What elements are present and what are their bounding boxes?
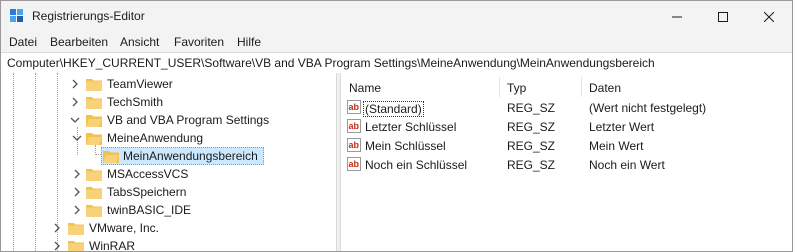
tree-item-teamviewer[interactable]: TeamViewer: [69, 75, 329, 93]
address-bar[interactable]: Computer\HKEY_CURRENT_USER\Software\VB a…: [1, 52, 792, 74]
title-bar[interactable]: Registrierungs-Editor: [1, 1, 792, 32]
menu-ansicht[interactable]: Ansicht: [120, 35, 159, 49]
value-row-letzter-schluessel[interactable]: ab Letzter Schlüssel REG_SZ Letzter Wert: [347, 118, 787, 136]
chevron-down-icon[interactable]: [69, 114, 81, 126]
chevron-right-icon[interactable]: [69, 96, 81, 108]
menu-hilfe[interactable]: Hilfe: [237, 35, 261, 49]
tree-item-label: TabsSpeichern: [107, 185, 187, 199]
column-header-data[interactable]: Daten: [589, 81, 621, 95]
tree-item-meineanwendung[interactable]: MeineAnwendung: [71, 129, 321, 147]
folder-open-icon: [86, 115, 102, 127]
tree-item-winrar[interactable]: WinRAR: [51, 237, 321, 251]
column-header-name[interactable]: Name: [349, 81, 381, 95]
chevron-right-icon[interactable]: [51, 240, 63, 251]
minimize-button[interactable]: [654, 1, 700, 32]
tree-item-label: TeamViewer: [107, 77, 173, 91]
tree-item-twinbasic-ide[interactable]: twinBASIC_IDE: [71, 201, 321, 219]
string-value-icon: ab: [347, 157, 361, 171]
svg-text:ab: ab: [349, 159, 360, 169]
tree-item-label: MeineAnwendung: [107, 131, 204, 145]
address-path[interactable]: Computer\HKEY_CURRENT_USER\Software\VB a…: [7, 56, 655, 70]
value-name: Noch ein Schlüssel: [365, 158, 468, 172]
chevron-down-icon[interactable]: [71, 132, 83, 144]
chevron-right-icon[interactable]: [69, 78, 81, 90]
column-header-type[interactable]: Typ: [507, 81, 526, 95]
menu-datei[interactable]: Datei: [9, 35, 37, 49]
value-data: Letzter Wert: [589, 120, 655, 134]
tree-item-label: MSAccessVCS: [107, 167, 189, 181]
value-data: (Wert nicht festgelegt): [589, 101, 707, 115]
tree-item-label: WinRAR: [89, 239, 136, 251]
string-value-icon: ab: [347, 119, 361, 133]
value-name: Letzter Schlüssel: [365, 120, 457, 134]
tree-item-msaccessvcs[interactable]: MSAccessVCS: [71, 165, 321, 183]
svg-text:ab: ab: [349, 121, 360, 131]
value-name: (Standard): [363, 101, 424, 117]
close-button[interactable]: [746, 1, 792, 32]
folder-icon: [86, 79, 102, 91]
column-separator[interactable]: [499, 77, 500, 97]
value-type: REG_SZ: [507, 158, 556, 172]
menu-favoriten[interactable]: Favoriten: [174, 35, 224, 49]
tree-item-label: twinBASIC_IDE: [107, 203, 192, 217]
tree-item-label: VMware, Inc.: [89, 221, 160, 235]
value-row-standard[interactable]: ab (Standard) REG_SZ (Wert nicht festgel…: [347, 99, 787, 117]
chevron-right-icon[interactable]: [51, 222, 63, 234]
maximize-icon: [718, 11, 728, 22]
folder-icon: [86, 169, 102, 181]
value-data: Mein Wert: [589, 139, 644, 153]
folder-icon: [86, 97, 102, 109]
tree-item-vmware[interactable]: VMware, Inc.: [51, 219, 321, 237]
tree-item-vb-and-vba-program-settings[interactable]: VB and VBA Program Settings: [69, 111, 329, 129]
value-data: Noch ein Wert: [589, 158, 665, 172]
registry-editor-icon: [10, 9, 23, 22]
tree-guide-line: [35, 73, 36, 251]
tree-guide-line: [13, 73, 14, 251]
tree-item-label: TechSmith: [107, 95, 164, 109]
folder-open-icon: [86, 133, 102, 145]
tree-item-label: VB and VBA Program Settings: [107, 113, 270, 127]
value-type: REG_SZ: [507, 101, 556, 115]
value-row-mein-schluessel[interactable]: ab Mein Schlüssel REG_SZ Mein Wert: [347, 137, 787, 155]
folder-icon: [86, 205, 102, 217]
folder-icon: [68, 241, 84, 251]
key-tree-pane[interactable]: TeamViewer TechSmith VB and VBA Program …: [1, 73, 336, 251]
window-title: Registrierungs-Editor: [32, 9, 145, 23]
registry-editor-window: Registrierungs-Editor Datei Bearbeiten A…: [0, 0, 793, 252]
tree-item-techsmith[interactable]: TechSmith: [69, 93, 329, 111]
menu-bearbeiten[interactable]: Bearbeiten: [50, 35, 108, 49]
folder-icon: [68, 223, 84, 235]
values-list-pane[interactable]: Name Typ Daten ab (Standard) REG_SZ (Wer…: [341, 73, 792, 251]
folder-open-icon: [103, 151, 119, 163]
svg-text:ab: ab: [349, 140, 360, 150]
value-type: REG_SZ: [507, 120, 556, 134]
tree-item-tabsspeichern[interactable]: TabsSpeichern: [71, 183, 321, 201]
value-row-noch-ein-schluessel[interactable]: ab Noch ein Schlüssel REG_SZ Noch ein We…: [347, 156, 787, 174]
close-icon: [764, 11, 774, 22]
value-name: Mein Schlüssel: [365, 139, 446, 153]
tree-item-meinanwendungsbereich[interactable]: MeinAnwendungsbereich: [103, 147, 268, 165]
chevron-right-icon[interactable]: [71, 186, 83, 198]
minimize-icon: [672, 16, 682, 17]
svg-text:ab: ab: [349, 102, 360, 112]
maximize-button[interactable]: [700, 1, 746, 32]
chevron-right-icon[interactable]: [71, 204, 83, 216]
value-type: REG_SZ: [507, 139, 556, 153]
string-value-icon: ab: [347, 100, 361, 114]
column-separator[interactable]: [581, 77, 582, 97]
menu-bar: Datei Bearbeiten Ansicht Favoriten Hilfe: [1, 32, 792, 52]
string-value-icon: ab: [347, 138, 361, 152]
chevron-right-icon[interactable]: [71, 168, 83, 180]
tree-item-label: MeinAnwendungsbereich: [123, 149, 258, 163]
folder-icon: [86, 187, 102, 199]
